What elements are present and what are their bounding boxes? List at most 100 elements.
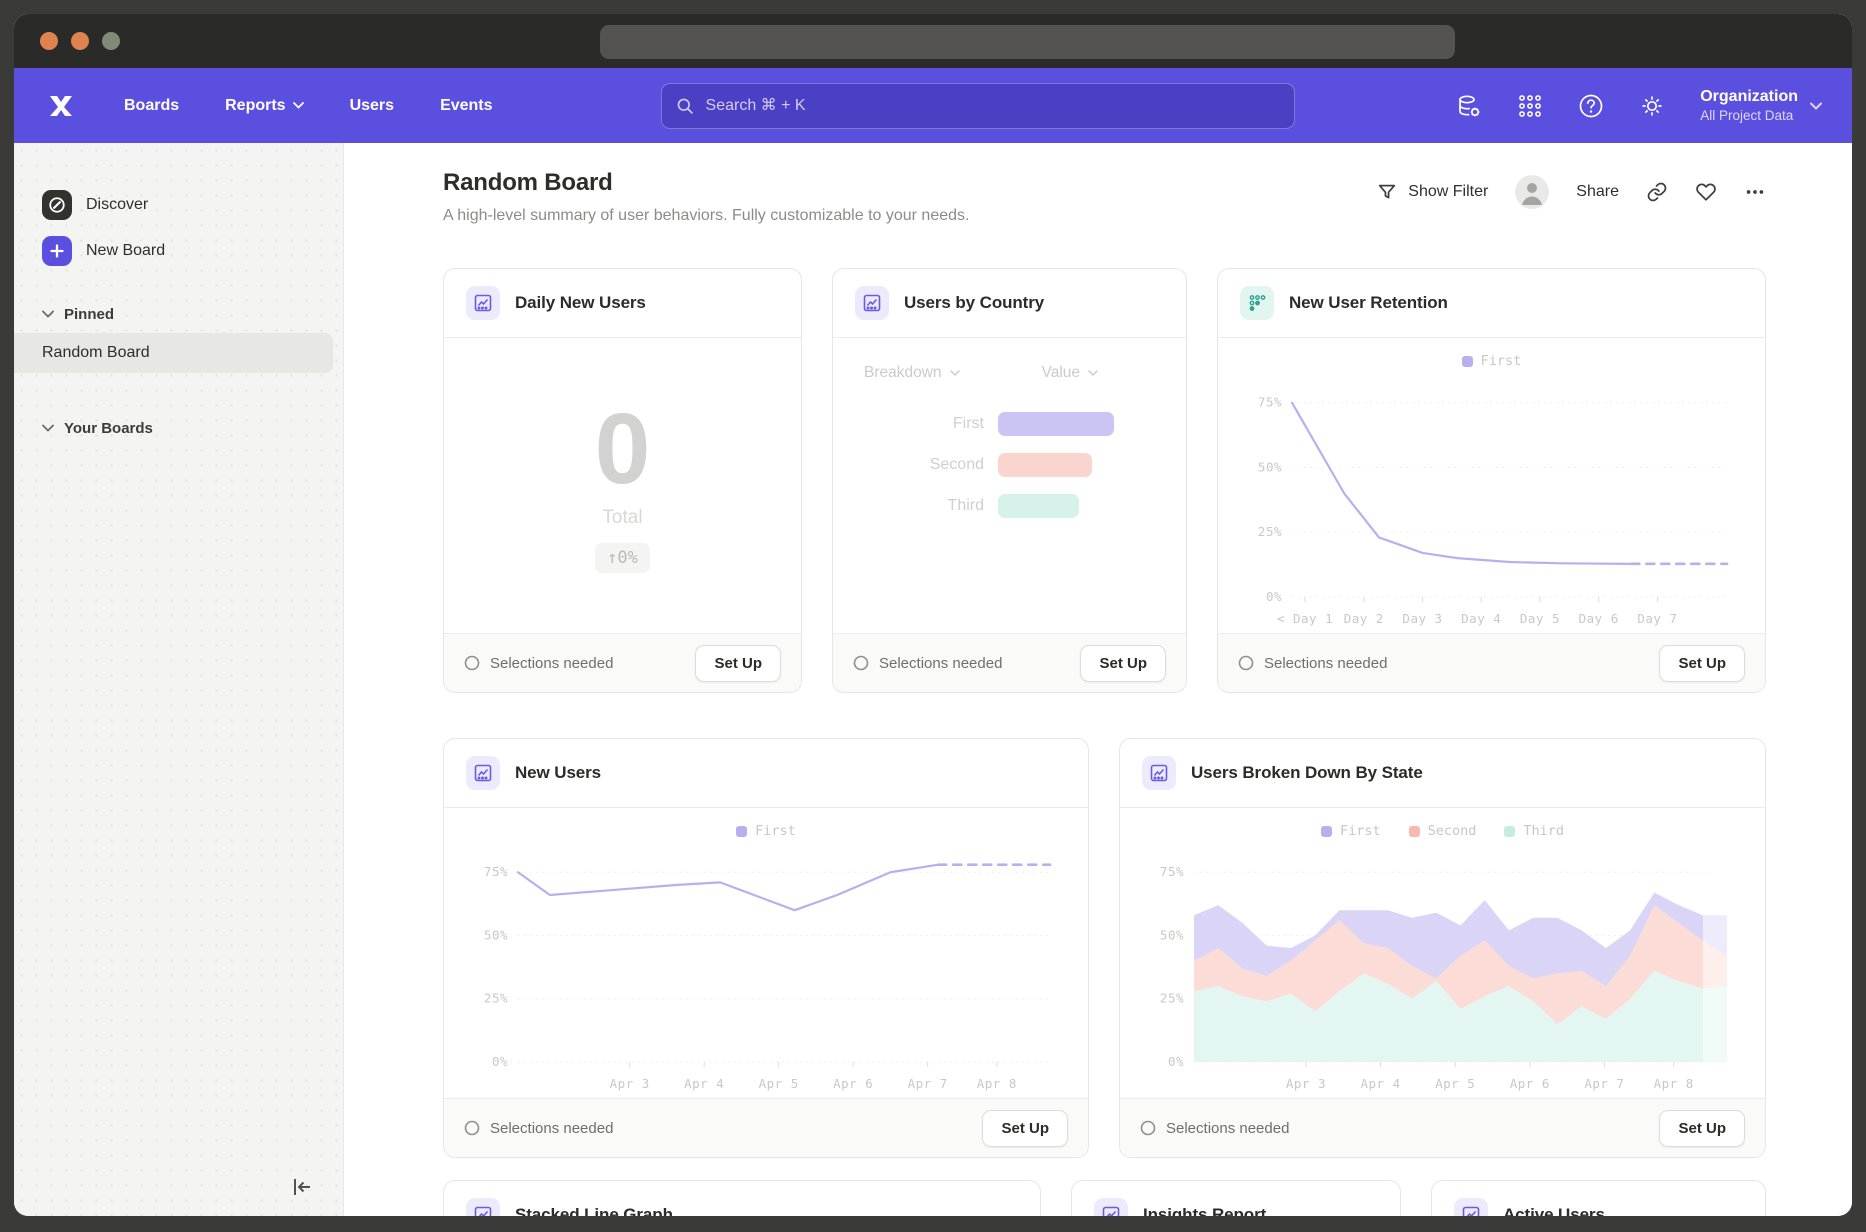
set-up-button[interactable]: Set Up: [1659, 645, 1745, 682]
chart-legend: First: [1240, 350, 1743, 372]
card-title: New User Retention: [1289, 293, 1448, 313]
country-row-bar: [998, 494, 1079, 518]
app-content: Discover New Board Pinned Random Board: [14, 143, 1852, 1216]
breakdown-dropdown[interactable]: Breakdown: [864, 364, 960, 382]
svg-text:< Day 1: < Day 1: [1277, 611, 1333, 626]
line-chart-icon: [1142, 756, 1176, 790]
empty-circle-icon: [464, 1120, 480, 1136]
legend-swatch: [1504, 826, 1515, 837]
svg-text:Day 7: Day 7: [1637, 611, 1677, 626]
copy-link-icon[interactable]: [1646, 181, 1668, 203]
sidebar-section-your-boards[interactable]: Your Boards: [14, 415, 343, 441]
retention-line-chart: 75%50%25%0%< Day 1Day 2Day 3Day 4Day 5Da…: [1240, 372, 1743, 633]
empty-circle-icon: [464, 655, 480, 671]
collapse-sidebar-icon[interactable]: [289, 1174, 315, 1200]
svg-text:25%: 25%: [1258, 524, 1282, 539]
status-label: Selections needed: [1166, 1120, 1289, 1137]
card-footer: Selections needed Set Up: [1218, 633, 1765, 692]
app-navbar: Boards Reports Users Events: [14, 68, 1852, 143]
avatar[interactable]: [1515, 175, 1549, 209]
favorite-heart-icon[interactable]: [1695, 181, 1717, 203]
retention-grid-icon: [1240, 286, 1274, 320]
line-chart-icon: [855, 286, 889, 320]
set-up-button[interactable]: Set Up: [982, 1110, 1068, 1147]
more-options-icon[interactable]: [1744, 181, 1766, 203]
legend-item-third: Third: [1504, 823, 1564, 839]
sidebar: Discover New Board Pinned Random Board: [14, 143, 344, 1216]
svg-text:Apr 4: Apr 4: [1360, 1076, 1400, 1091]
card-title: Stacked Line Graph: [515, 1205, 673, 1216]
svg-text:25%: 25%: [1160, 991, 1184, 1006]
set-up-button[interactable]: Set Up: [1080, 645, 1166, 682]
sidebar-item-discover[interactable]: Discover: [14, 183, 343, 227]
svg-text:Apr 6: Apr 6: [1510, 1076, 1550, 1091]
chevron-down-icon: [950, 370, 960, 377]
svg-text:Day 5: Day 5: [1520, 611, 1560, 626]
set-up-button[interactable]: Set Up: [695, 645, 781, 682]
help-icon[interactable]: [1578, 93, 1604, 119]
plus-icon: [42, 236, 72, 266]
sidebar-item-new-board[interactable]: New Board: [14, 229, 343, 273]
sidebar-section-pinned[interactable]: Pinned: [14, 301, 343, 327]
legend-swatch: [736, 826, 747, 837]
nav-item-events[interactable]: Events: [440, 97, 492, 115]
card-stacked-line-graph: Stacked Line Graph: [443, 1180, 1041, 1216]
search-icon: [676, 97, 694, 115]
svg-text:25%: 25%: [484, 991, 508, 1006]
selections-needed-status: Selections needed: [853, 655, 1002, 672]
share-button[interactable]: Share: [1576, 183, 1619, 201]
chevron-down-icon: [1088, 370, 1098, 377]
card-header: Insights Report: [1072, 1181, 1400, 1216]
card-title: Active Users: [1503, 1205, 1605, 1216]
by-state-chart-body: First Second Third: [1120, 808, 1765, 1098]
empty-circle-icon: [1140, 1120, 1156, 1136]
set-up-button[interactable]: Set Up: [1659, 1110, 1745, 1147]
org-switcher[interactable]: Organization All Project Data: [1700, 87, 1822, 124]
chart-legend: First: [466, 820, 1066, 842]
nav-item-reports[interactable]: Reports: [225, 97, 303, 115]
show-filter-button[interactable]: Show Filter: [1376, 181, 1488, 203]
data-management-icon[interactable]: [1456, 93, 1482, 119]
breakdown-label: Breakdown: [864, 364, 942, 382]
window-minimize-button[interactable]: [71, 32, 89, 50]
svg-text:Apr 7: Apr 7: [1584, 1076, 1624, 1091]
line-chart-icon: [466, 286, 500, 320]
window-close-button[interactable]: [40, 32, 58, 50]
apps-grid-icon[interactable]: [1517, 93, 1543, 119]
sidebar-item-random-board[interactable]: Random Board: [14, 333, 333, 373]
chevron-down-icon: [293, 102, 304, 109]
window-zoom-button[interactable]: [102, 32, 120, 50]
nav-item-users[interactable]: Users: [350, 97, 394, 115]
legend-item-first: First: [1321, 823, 1381, 839]
retention-chart-body: First 75%50%25%0%< Day 1Day 2Day 3Day 4D…: [1218, 338, 1765, 633]
value-dropdown[interactable]: Value: [1042, 364, 1099, 382]
mixpanel-logo-icon[interactable]: [44, 89, 78, 123]
org-project: All Project Data: [1700, 108, 1798, 124]
browser-titlebar: [14, 14, 1852, 68]
svg-text:50%: 50%: [1258, 459, 1282, 474]
chevron-down-icon: [42, 310, 54, 318]
line-chart-icon: [1454, 1198, 1488, 1216]
selections-needed-status: Selections needed: [1238, 655, 1387, 672]
page-subtitle: A high-level summary of user behaviors. …: [443, 207, 969, 225]
sidebar-item-label: New Board: [86, 242, 165, 260]
board-actions: Show Filter Share: [1376, 175, 1766, 209]
legend-label: Third: [1523, 823, 1564, 839]
status-label: Selections needed: [490, 655, 613, 672]
nav-item-boards[interactable]: Boards: [124, 97, 179, 115]
svg-text:Day 6: Day 6: [1579, 611, 1619, 626]
svg-text:50%: 50%: [484, 927, 508, 942]
empty-circle-icon: [853, 655, 869, 671]
card-title: Insights Report: [1143, 1205, 1266, 1216]
board-header: Random Board A high-level summary of use…: [443, 169, 1766, 225]
share-label: Share: [1576, 183, 1619, 201]
chevron-down-icon: [1810, 102, 1822, 110]
address-bar[interactable]: [600, 25, 1455, 59]
settings-gear-icon[interactable]: [1639, 93, 1665, 119]
svg-text:75%: 75%: [1160, 864, 1184, 879]
country-row-label: First: [833, 415, 998, 433]
line-chart-icon: [466, 756, 500, 790]
nav-item-label: Events: [440, 97, 492, 115]
global-search[interactable]: [661, 83, 1295, 129]
search-input[interactable]: [704, 96, 1280, 116]
